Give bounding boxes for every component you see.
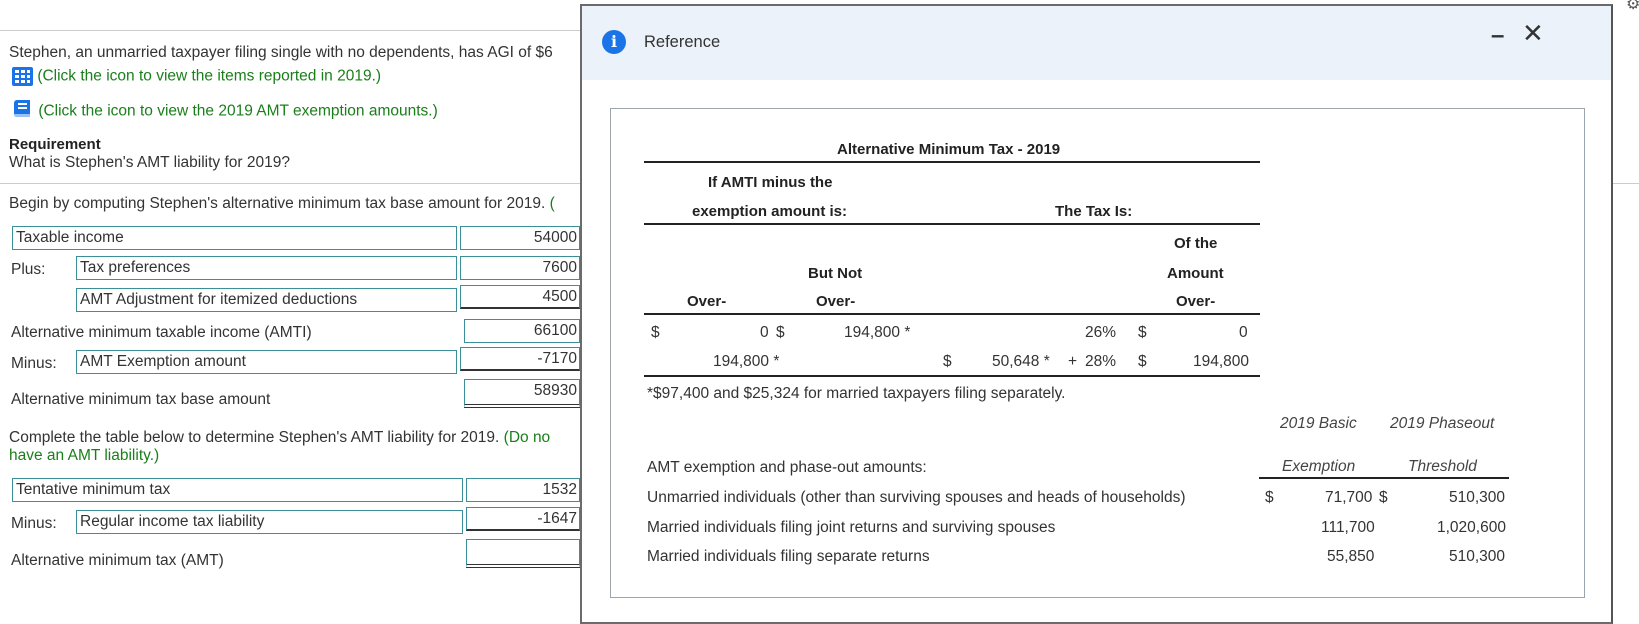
hdr-butnot: But Not bbox=[808, 265, 863, 282]
exemption-link-text[interactable]: (Click the icon to view the 2019 AMT exe… bbox=[38, 103, 437, 120]
row2-dollar4: $ bbox=[1138, 353, 1147, 370]
right-divider bbox=[1613, 183, 1639, 184]
exempt-row3-basic: 55,850 bbox=[1327, 548, 1375, 565]
hdr-amount: Amount bbox=[1167, 265, 1224, 282]
row1-of: 0 bbox=[1239, 324, 1248, 341]
row2-pct: 28% bbox=[1085, 353, 1117, 370]
amt-exemption-field[interactable]: AMT Exemption amount bbox=[76, 350, 457, 374]
hdr-tax: The Tax Is: bbox=[1055, 203, 1133, 220]
complete-text: Complete the table below to determine St… bbox=[9, 429, 500, 446]
exempt-row1-d2: $ bbox=[1379, 489, 1388, 506]
amti-input[interactable]: 66100 bbox=[464, 319, 580, 343]
requirement-heading: Requirement bbox=[9, 136, 101, 153]
reference-modal: i Reference – ✕ Alternative Minimum Tax … bbox=[580, 4, 1613, 624]
tax-preferences-input[interactable]: 7600 bbox=[460, 256, 580, 280]
items-link[interactable]: (Click the icon to view the items report… bbox=[12, 67, 381, 86]
base-amount-input[interactable]: 58930 bbox=[464, 379, 580, 408]
exempt-row1-basic: 71,700 bbox=[1325, 489, 1373, 506]
exempt-hdr-rule bbox=[1259, 477, 1509, 479]
row1-dollar4: $ bbox=[1138, 324, 1147, 341]
begin-instruction: Begin by computing Stephen's alternative… bbox=[9, 195, 555, 213]
amt-input[interactable] bbox=[466, 539, 580, 568]
grid-icon bbox=[12, 67, 33, 86]
exempt-hdr-phase2: Threshold bbox=[1408, 458, 1477, 475]
modal-title: Reference bbox=[644, 33, 721, 51]
problem-intro: Stephen, an unmarried taxpayer filing si… bbox=[9, 44, 553, 61]
begin-text: Begin by computing Stephen's alternative… bbox=[9, 195, 546, 212]
regular-tax-field[interactable]: Regular income tax liability bbox=[76, 510, 463, 534]
tentative-tax-label: Tentative minimum tax bbox=[12, 478, 463, 502]
rule-4 bbox=[644, 375, 1260, 377]
begin-tail: ( bbox=[549, 195, 555, 212]
amt-table-title: Alternative Minimum Tax - 2019 bbox=[837, 141, 1061, 158]
exempt-hdr-basic1: 2019 Basic bbox=[1280, 415, 1357, 432]
exempt-row2-label: Married individuals filing joint returns… bbox=[647, 519, 1056, 536]
section-divider bbox=[0, 183, 580, 184]
row1-over: 0 bbox=[760, 324, 769, 341]
minimize-button[interactable]: – bbox=[1491, 22, 1504, 50]
taxable-income-input[interactable]: 54000 bbox=[460, 226, 580, 250]
exempt-row1-label: Unmarried individuals (other than surviv… bbox=[647, 489, 1186, 506]
info-icon: i bbox=[602, 30, 626, 54]
exempt-row1-d1: $ bbox=[1265, 489, 1274, 506]
exempt-row2-phase: 1,020,600 bbox=[1437, 519, 1506, 536]
rule-2 bbox=[644, 223, 1260, 225]
minus-label: Minus: bbox=[11, 355, 57, 372]
row2-dollar3: $ bbox=[943, 353, 952, 370]
liability-minus-label: Minus: bbox=[11, 515, 57, 532]
exemption-link[interactable]: (Click the icon to view the 2019 AMT exe… bbox=[12, 98, 438, 125]
reference-content: Alternative Minimum Tax - 2019 If AMTI m… bbox=[610, 108, 1585, 598]
row1-pct: 26% bbox=[1085, 324, 1117, 341]
rule-1 bbox=[644, 161, 1260, 163]
exempt-hdr-basic2: Exemption bbox=[1282, 458, 1356, 475]
amt-label: Alternative minimum tax (AMT) bbox=[11, 552, 224, 569]
row1-butnot: 194,800 * bbox=[844, 324, 911, 341]
hdr-if1: If AMTI minus the bbox=[708, 174, 833, 191]
row1-dollar1: $ bbox=[651, 324, 660, 341]
complete-green-line2: have an AMT liability.) bbox=[9, 447, 160, 464]
amt-exemption-input[interactable]: -7170 bbox=[460, 347, 580, 371]
rule-3 bbox=[644, 313, 1260, 315]
plus-label: Plus: bbox=[11, 261, 46, 278]
hdr-over1: Over- bbox=[687, 293, 727, 310]
amti-label: Alternative minimum taxable income (AMTI… bbox=[11, 324, 312, 341]
complete-instruction: Complete the table below to determine St… bbox=[9, 429, 550, 447]
hdr-over2: Over- bbox=[816, 293, 856, 310]
hdr-of: Of the bbox=[1174, 235, 1218, 252]
base-amount-label: Alternative minimum tax base amount bbox=[11, 391, 271, 408]
document-icon bbox=[12, 98, 34, 125]
row2-base: 50,648 * bbox=[992, 353, 1050, 370]
top-divider bbox=[0, 30, 580, 31]
exempt-title: AMT exemption and phase-out amounts: bbox=[647, 459, 927, 476]
tentative-tax-input[interactable]: 1532 bbox=[466, 478, 580, 502]
settings-gear-icon[interactable]: ⚙ bbox=[1626, 0, 1639, 14]
exempt-row1-phase: 510,300 bbox=[1449, 489, 1506, 506]
row2-over: 194,800 * bbox=[713, 353, 780, 370]
regular-tax-input[interactable]: -1647 bbox=[466, 507, 580, 531]
hdr-if2: exemption amount is: bbox=[692, 203, 848, 220]
requirement-text: What is Stephen's AMT liability for 2019… bbox=[9, 154, 290, 171]
hdr-over3: Over- bbox=[1176, 293, 1216, 310]
exempt-hdr-phase1: 2019 Phaseout bbox=[1390, 415, 1495, 432]
modal-header: i Reference – ✕ bbox=[582, 6, 1611, 80]
close-button[interactable]: ✕ bbox=[1522, 18, 1544, 49]
complete-green: (Do no bbox=[503, 429, 551, 446]
row1-dollar2: $ bbox=[776, 324, 785, 341]
row2-of: 194,800 bbox=[1193, 353, 1250, 370]
amt-adjustment-input[interactable]: 4500 bbox=[460, 285, 580, 309]
amt-adjustment-field[interactable]: AMT Adjustment for itemized deductions bbox=[76, 288, 457, 312]
taxable-income-label: Taxable income bbox=[12, 226, 457, 250]
row2-plus: + bbox=[1068, 353, 1078, 370]
items-link-text[interactable]: (Click the icon to view the items report… bbox=[37, 68, 381, 85]
tax-preferences-field[interactable]: Tax preferences bbox=[76, 256, 457, 280]
exempt-row3-phase: 510,300 bbox=[1449, 548, 1506, 565]
footnote: *$97,400 and $25,324 for married taxpaye… bbox=[647, 385, 1066, 402]
exempt-row2-basic: 111,700 bbox=[1321, 519, 1375, 536]
exempt-row3-label: Married individuals filing separate retu… bbox=[647, 548, 930, 565]
